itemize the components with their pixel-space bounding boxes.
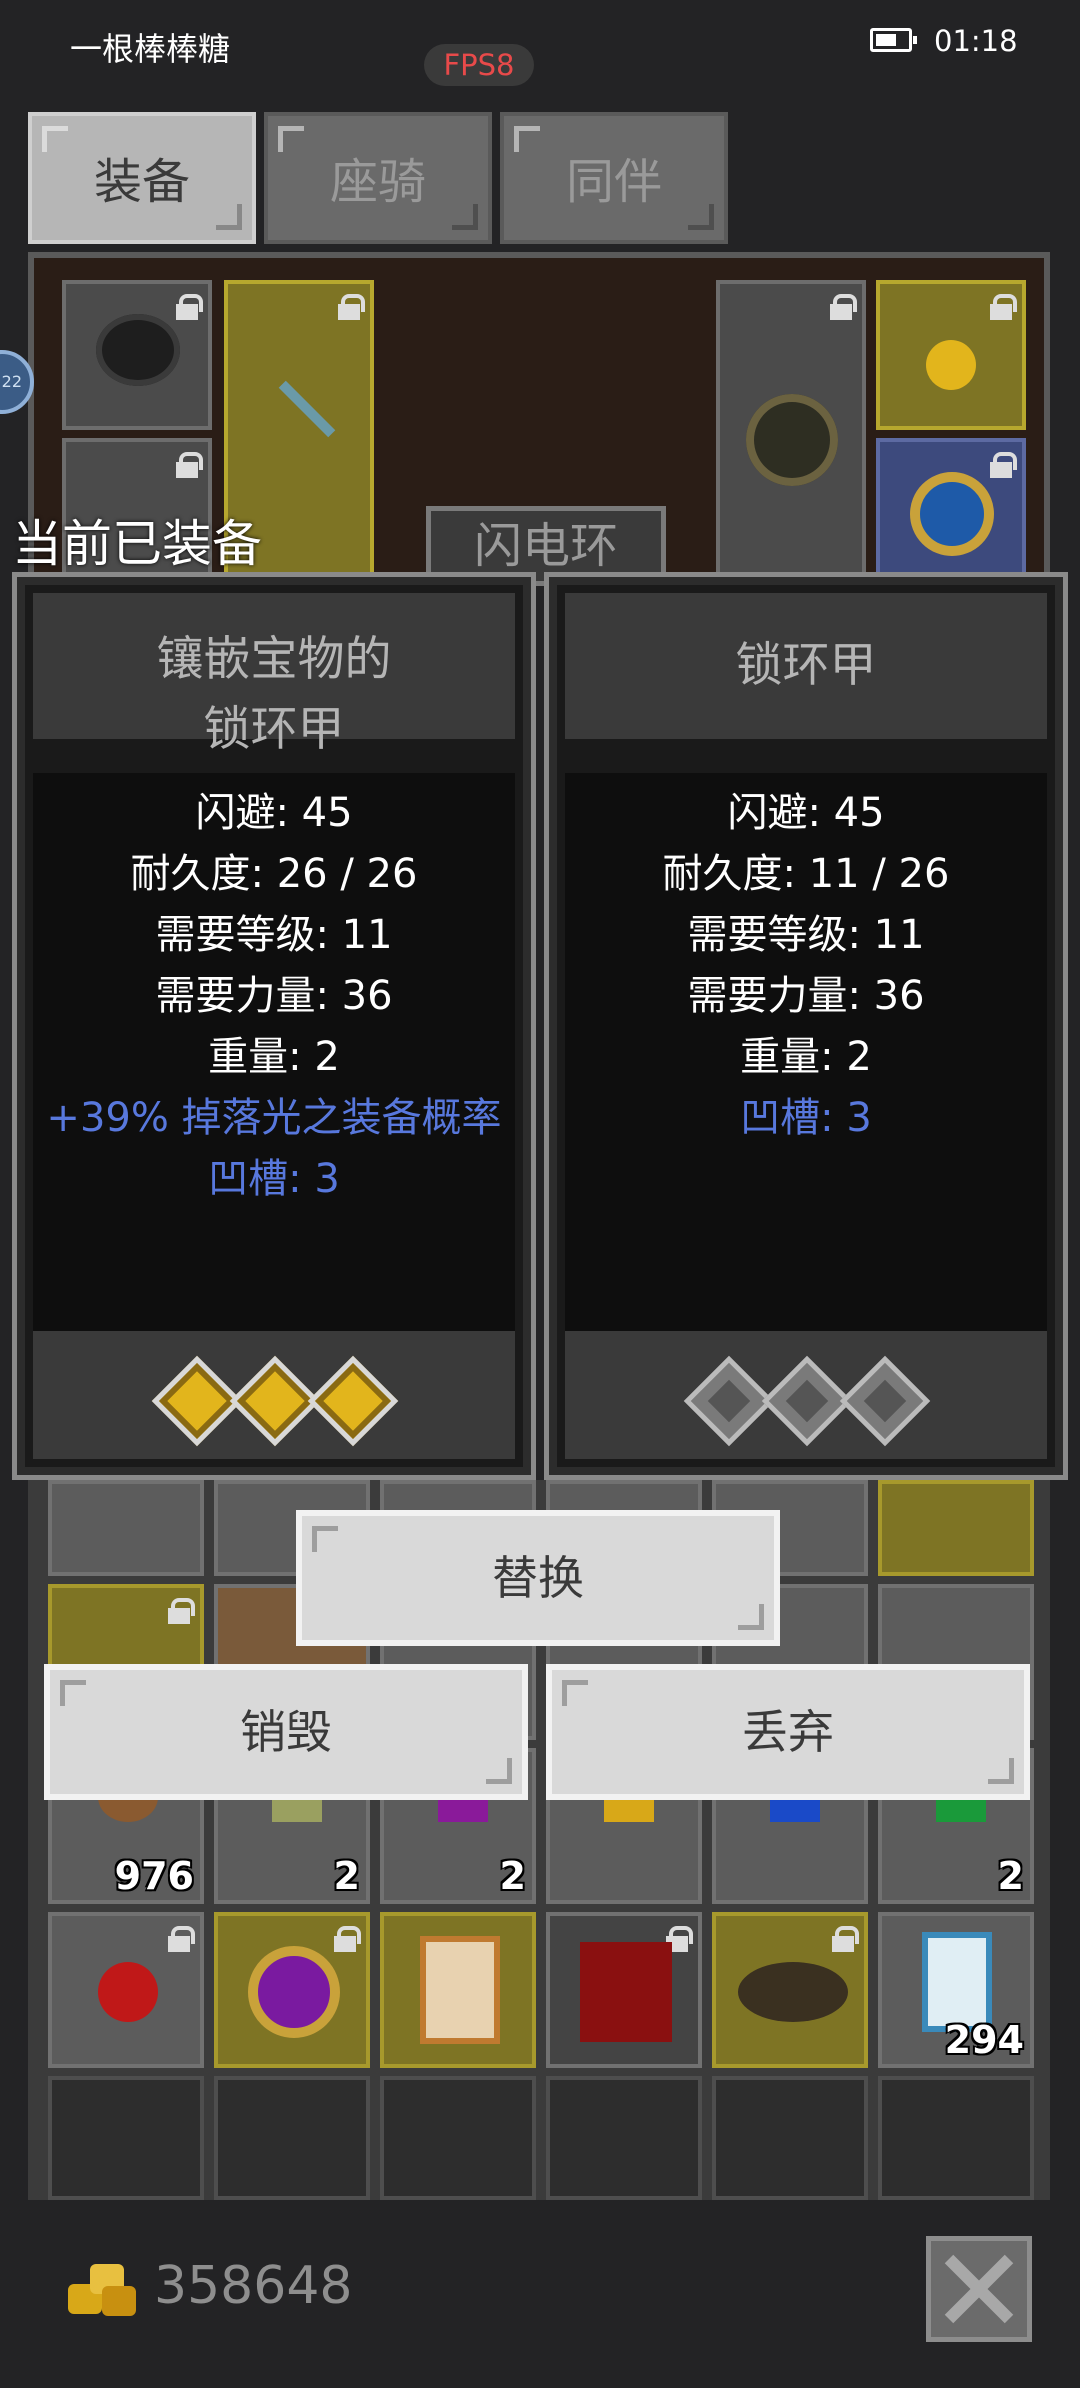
stat-strength-req: 需要力量: 36 [687, 973, 925, 1019]
lock-icon [168, 1926, 195, 1952]
battery-icon [870, 28, 917, 52]
inventory-slot[interactable] [878, 2076, 1034, 2200]
item-count: 2 [333, 1854, 360, 1898]
replace-button[interactable]: 替换 [296, 1510, 780, 1646]
inventory-slot[interactable] [48, 2076, 204, 2200]
discard-button-label: 丢弃 [742, 1705, 834, 1759]
gold-amount: 358648 [154, 2256, 353, 2316]
stat-strength-req: 需要力量: 36 [155, 973, 393, 1019]
inventory-slot[interactable] [380, 2076, 536, 2200]
close-button[interactable] [926, 2236, 1032, 2342]
tab-equipment-label: 装备 [93, 154, 190, 210]
inventory-slot[interactable] [546, 2076, 702, 2200]
gold-coins-icon [68, 2264, 136, 2318]
inventory-slot[interactable] [214, 2076, 370, 2200]
lock-icon [830, 294, 857, 320]
lock-icon [168, 1598, 195, 1624]
inventory-slot[interactable] [214, 1912, 370, 2068]
equip-slot-ring[interactable] [876, 438, 1026, 588]
item-name: 镶嵌宝物的 锁环甲 [33, 593, 515, 757]
currently-equipped-label: 当前已装备 [12, 515, 262, 573]
gem-icon [229, 1355, 321, 1447]
stat-sockets: 凹槽: 3 [208, 1156, 340, 1202]
ring-icon [248, 1946, 340, 2038]
tab-companion-label: 同伴 [565, 154, 662, 210]
stat-weight: 重量: 2 [740, 1034, 872, 1080]
tab-companion[interactable]: 同伴 [500, 112, 728, 244]
lock-icon [832, 1926, 859, 1952]
inventory-slot[interactable] [48, 1480, 204, 1576]
compare-item-card: 锁环甲 闪避: 45 耐久度: 11 / 26 需要等级: 11 需要力量: 3… [544, 572, 1068, 1480]
lock-icon [176, 452, 203, 478]
close-icon [944, 2254, 1014, 2324]
stat-level-req: 需要等级: 11 [687, 912, 925, 958]
gem-icon [307, 1355, 399, 1447]
tab-mount-label: 座骑 [329, 154, 426, 210]
inventory-slot-scroll[interactable]: 294 [878, 1912, 1034, 2068]
fps-badge: FPS8 [424, 44, 534, 86]
scroll-portrait-icon [420, 1936, 500, 2044]
equip-slot-shield[interactable] [716, 280, 866, 580]
item-count: 2 [997, 1854, 1024, 1898]
status-app-name: 一根棒棒糖 [70, 30, 231, 68]
ring-icon [910, 472, 994, 556]
item-stats: 闪避: 45 耐久度: 26 / 26 需要等级: 11 需要力量: 36 重量… [33, 773, 515, 1337]
lock-icon [334, 1926, 361, 1952]
shield-icon [746, 394, 838, 486]
equip-slot-helmet[interactable] [62, 280, 212, 430]
item-name-line1: 镶嵌宝物的 [156, 632, 392, 687]
socket-row [33, 1331, 515, 1459]
scroll-icon [922, 1932, 992, 2032]
inventory-slot[interactable] [48, 1912, 204, 2068]
empty-socket-icon [683, 1355, 775, 1447]
red-orb-icon [98, 1962, 158, 2022]
inventory-slot[interactable] [546, 1912, 702, 2068]
tab-mount[interactable]: 座骑 [264, 112, 492, 244]
item-count: 976 [114, 1854, 194, 1898]
lock-icon [990, 294, 1017, 320]
stat-level-req: 需要等级: 11 [155, 912, 393, 958]
helmet-icon [96, 314, 180, 386]
item-count: 2 [499, 1854, 526, 1898]
destroy-button-label: 销毁 [240, 1705, 332, 1759]
equip-slot-amulet[interactable] [876, 280, 1026, 430]
equipped-item-card: 镶嵌宝物的 锁环甲 闪避: 45 耐久度: 26 / 26 需要等级: 11 需… [12, 572, 536, 1480]
replace-button-label: 替换 [492, 1551, 584, 1605]
stat-bonus: +39% 掉落光之装备概率 [46, 1095, 502, 1141]
status-time: 01:18 [934, 24, 1018, 58]
lock-icon [338, 294, 365, 320]
inventory-slot[interactable] [712, 2076, 868, 2200]
stat-dodge: 闪避: 45 [195, 790, 353, 836]
stat-weight: 重量: 2 [208, 1034, 340, 1080]
stat-durability: 耐久度: 11 / 26 [662, 851, 950, 897]
stat-dodge: 闪避: 45 [727, 790, 885, 836]
empty-socket-icon [839, 1355, 931, 1447]
inventory-slot[interactable] [380, 1912, 536, 2068]
stat-durability: 耐久度: 26 / 26 [130, 851, 418, 897]
compare-item-stats: 闪避: 45 耐久度: 11 / 26 需要等级: 11 需要力量: 36 重量… [565, 773, 1047, 1337]
item-name-line2: 锁环甲 [203, 702, 345, 757]
empty-socket-icon [761, 1355, 853, 1447]
gem-icon [151, 1355, 243, 1447]
wand-icon [278, 380, 336, 438]
belt-icon [738, 1962, 848, 2022]
stat-sockets: 凹槽: 3 [740, 1095, 872, 1141]
inventory-slot[interactable] [712, 1912, 868, 2068]
compare-item-name: 锁环甲 [565, 593, 1047, 739]
tab-equipment[interactable]: 装备 [28, 112, 256, 244]
inventory-slot[interactable] [878, 1480, 1034, 1576]
socket-row [565, 1331, 1047, 1459]
discard-button[interactable]: 丢弃 [546, 1664, 1030, 1800]
demon-armor-icon [580, 1942, 672, 2042]
lock-icon [990, 452, 1017, 478]
destroy-button[interactable]: 销毁 [44, 1664, 528, 1800]
item-count: 294 [944, 2018, 1024, 2062]
lock-icon [176, 294, 203, 320]
amulet-icon [926, 340, 976, 390]
